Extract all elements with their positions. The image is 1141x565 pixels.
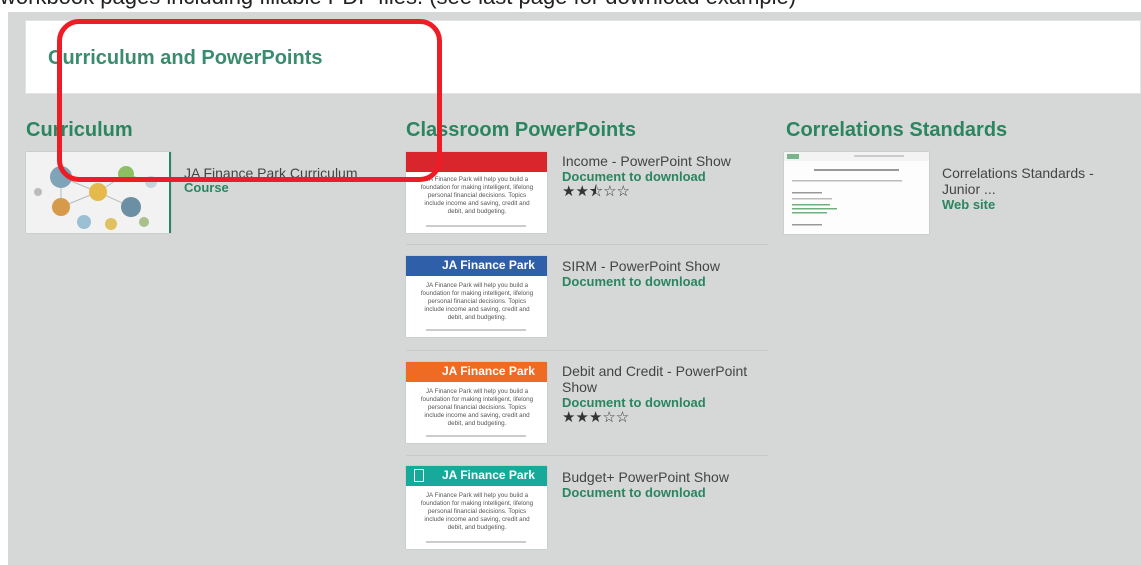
rating-stars: ★★⯪☆☆ — [562, 183, 630, 200]
ppt-thumbnail-budget[interactable]: JA Finance Park JA Finance Park will hel… — [406, 466, 547, 549]
ppt-banner: JA Finance Park — [406, 466, 547, 486]
powerpoints-heading: Classroom PowerPoints — [406, 119, 637, 141]
standards-item-title[interactable]: Correlations Standards - Junior ... — [942, 165, 1117, 197]
ppt-thumbnail-income[interactable]: JA Finance Park will help you build a fo… — [406, 152, 547, 233]
ppt-banner — [406, 152, 547, 172]
standards-thumbnail[interactable] — [784, 152, 929, 234]
ppt-thumbnail-debit-credit[interactable]: JA Finance Park JA Finance Park will hel… — [406, 362, 547, 443]
ppt-thumb-text: JA Finance Park will help you build a fo… — [420, 388, 534, 427]
ppt-item-title[interactable]: Income - PowerPoint Show — [562, 153, 731, 169]
ja-logo-icon — [414, 469, 424, 482]
curriculum-item-type[interactable]: Course — [184, 180, 229, 195]
document-text: workbook pages including fillable PDF fi… — [0, 0, 796, 10]
ppt-thumbnail-sirm[interactable]: JA Finance Park JA Finance Park will hel… — [406, 256, 547, 337]
divider — [406, 350, 768, 351]
ppt-banner: JA Finance Park — [406, 362, 547, 382]
ppt-thumb-text: JA Finance Park will help you build a fo… — [420, 282, 534, 321]
ppt-item-title[interactable]: SIRM - PowerPoint Show — [562, 258, 720, 274]
ppt-item-title[interactable]: Debit and Credit - PowerPoint Show — [562, 363, 762, 395]
download-link[interactable]: Document to download — [562, 485, 706, 500]
ppt-banner-text: JA Finance Park — [442, 468, 535, 482]
curriculum-thumbnail[interactable] — [26, 152, 171, 233]
curriculum-item-title[interactable]: JA Finance Park Curriculum — [184, 165, 358, 181]
ppt-banner: JA Finance Park — [406, 256, 547, 276]
content-panel: Curriculum and PowerPoints Curriculum JA… — [8, 12, 1141, 565]
download-link[interactable]: Document to download — [562, 169, 706, 184]
divider — [406, 244, 768, 245]
ppt-thumb-text: JA Finance Park will help you build a fo… — [420, 176, 534, 215]
download-link[interactable]: Document to download — [562, 395, 706, 410]
ppt-banner-text: JA Finance Park — [442, 364, 535, 378]
ppt-banner-text: JA Finance Park — [442, 258, 535, 272]
network-illustration-icon — [26, 152, 171, 233]
section-title[interactable]: Curriculum and PowerPoints — [48, 47, 322, 70]
website-link[interactable]: Web site — [942, 197, 995, 212]
ppt-item-title[interactable]: Budget+ PowerPoint Show — [562, 469, 729, 485]
ppt-thumb-text: JA Finance Park will help you build a fo… — [420, 492, 534, 531]
standards-heading: Correlations Standards — [786, 119, 1008, 141]
curriculum-heading: Curriculum — [26, 119, 133, 141]
download-link[interactable]: Document to download — [562, 274, 706, 289]
divider — [406, 455, 768, 456]
rating-stars: ★★★☆☆ — [562, 409, 630, 426]
section-header: Curriculum and PowerPoints — [25, 20, 1141, 94]
webpage-preview-icon — [784, 152, 929, 234]
